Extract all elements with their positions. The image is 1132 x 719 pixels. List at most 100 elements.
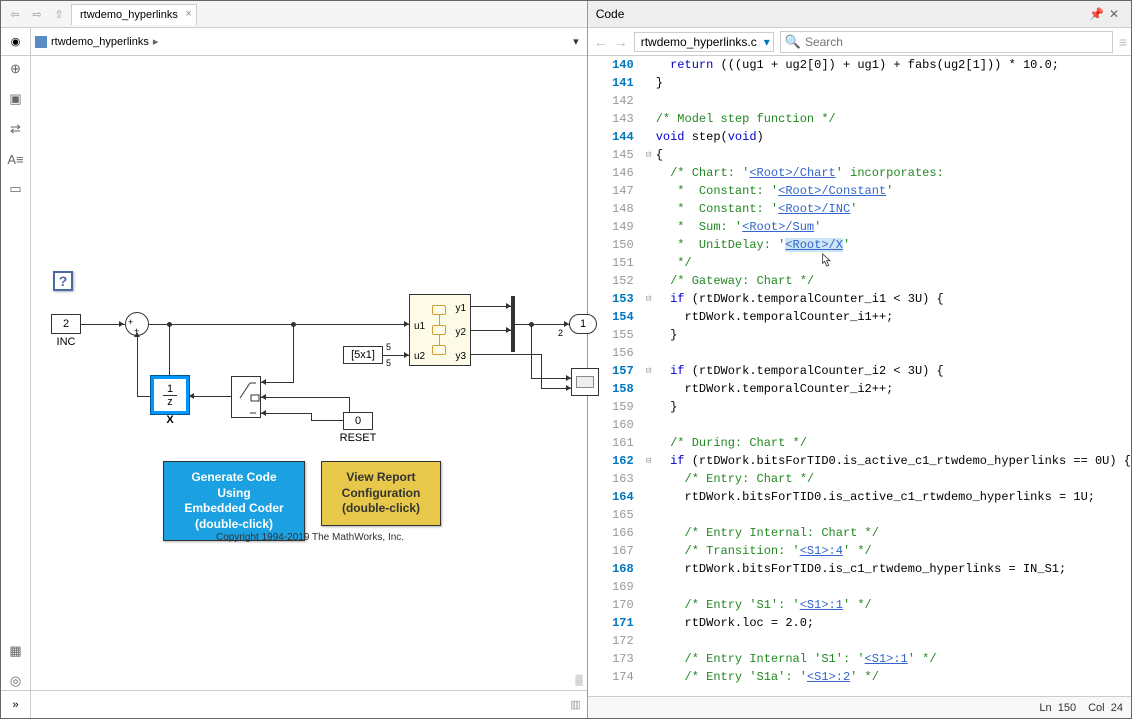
code-line[interactable]: 163 /* Entry: Chart */ (588, 470, 1131, 488)
file-selector[interactable]: rtwdemo_hyperlinks.c (634, 32, 774, 52)
code-line[interactable]: 161 /* During: Chart */ (588, 434, 1131, 452)
code-line[interactable]: 152 /* Gateway: Chart */ (588, 272, 1131, 290)
code-line[interactable]: 157⊟ if (rtDWork.temporalCounter_i2 < 3U… (588, 362, 1131, 380)
code-line[interactable]: 174 /* Entry 'S1a': '<S1>:2' */ (588, 668, 1131, 686)
code-panel: Code 📌 ✕ ← → rtwdemo_hyperlinks.c 🔍 ≡ 14… (588, 1, 1131, 718)
zoom-in-icon[interactable]: ⊕ (7, 60, 25, 78)
code-line[interactable]: 142 (588, 92, 1131, 110)
code-line[interactable]: 158 rtDWork.temporalCounter_i2++; (588, 380, 1131, 398)
code-line[interactable]: 162⊟ if (rtDWork.bitsForTID0.is_active_c… (588, 452, 1131, 470)
model-panel: ⇦ ⇨ ⇧ rtwdemo_hyperlinks ◉ rtwdemo_hyper… (1, 1, 588, 718)
nav-back-icon[interactable]: ⇦ (5, 4, 25, 24)
inc-block[interactable]: 2 INC (51, 314, 81, 334)
fit-icon[interactable]: ▣ (7, 90, 25, 108)
code-editor[interactable]: 140 return (((ug1 + ug2[0]) + ug1) + fab… (588, 56, 1131, 696)
code-line[interactable]: 160 (588, 416, 1131, 434)
code-nav-bar: ← → rtwdemo_hyperlinks.c 🔍 ≡ (588, 28, 1131, 56)
nav-up-icon[interactable]: ⇧ (49, 4, 69, 24)
generate-code-button[interactable]: Generate Code Using Embedded Coder (doub… (163, 461, 305, 541)
ln-value: 150 (1058, 702, 1076, 714)
close-icon[interactable]: ✕ (1109, 7, 1123, 21)
switch-block[interactable] (231, 376, 261, 418)
constant-value: [5x1] (351, 349, 375, 361)
arrows-icon[interactable]: ⇄ (7, 120, 25, 138)
mux-dim: 2 (558, 328, 563, 338)
inc-value: 2 (63, 318, 69, 330)
unitdelay-den: z (167, 396, 173, 408)
code-line[interactable]: 169 (588, 578, 1131, 596)
code-line[interactable]: 156 (588, 344, 1131, 362)
breadcrumb-menu-icon[interactable]: ▾ (573, 35, 587, 48)
code-line[interactable]: 145⊟{ (588, 146, 1131, 164)
record-icon[interactable]: ◎ (7, 672, 25, 690)
code-fwd-icon[interactable]: → (614, 34, 628, 50)
expand-toggle[interactable]: » (1, 691, 31, 718)
code-line[interactable]: 141} (588, 74, 1131, 92)
copyright-text: Copyright 1994-2019 The MathWorks, Inc. (216, 532, 404, 543)
code-line[interactable]: 173 /* Entry Internal 'S1': '<S1>:1' */ (588, 650, 1131, 668)
code-line[interactable]: 165 (588, 506, 1131, 524)
code-panel-title-bar: Code 📌 ✕ (588, 1, 1131, 28)
code-line[interactable]: 148 * Constant: '<Root>/INC' (588, 200, 1131, 218)
unitdelay-label: X (166, 414, 173, 426)
chevron-right-icon: ▸ (153, 35, 159, 48)
scope-block[interactable] (571, 368, 599, 396)
resize-grip-icon[interactable]: ▓ (575, 675, 582, 686)
code-line[interactable]: 166 /* Entry Internal: Chart */ (588, 524, 1131, 542)
breadcrumb[interactable]: rtwdemo_hyperlinks ▸ ▾ (31, 35, 587, 48)
inc-label: INC (57, 336, 76, 348)
code-line[interactable]: 155 } (588, 326, 1131, 344)
unitdelay-x-block[interactable]: 1 z X (151, 376, 189, 414)
code-line[interactable]: 170 /* Entry 'S1': '<S1>:1' */ (588, 596, 1131, 614)
code-line[interactable]: 149 * Sum: '<Root>/Sum' (588, 218, 1131, 236)
dim-annotation-top: 5 (386, 342, 391, 352)
port-y1: y1 (455, 303, 466, 314)
search-input[interactable] (805, 35, 865, 49)
code-line[interactable]: 147 * Constant: '<Root>/Constant' (588, 182, 1131, 200)
code-line[interactable]: 154 rtDWork.temporalCounter_i1++; (588, 308, 1131, 326)
model-tab[interactable]: rtwdemo_hyperlinks (71, 4, 197, 25)
canvas-status-bar: » ▥ (1, 690, 587, 718)
constant-block[interactable]: [5x1] (343, 346, 383, 364)
code-line[interactable]: 146 /* Chart: '<Root>/Chart' incorporate… (588, 164, 1131, 182)
code-line[interactable]: 168 rtDWork.bitsForTID0.is_c1_rtwdemo_hy… (588, 560, 1131, 578)
code-line[interactable]: 172 (588, 632, 1131, 650)
view-report-button[interactable]: View Report Configuration (double-click) (321, 461, 441, 526)
dim-annotation-bot: 5 (386, 358, 391, 368)
code-line[interactable]: 167 /* Transition: '<S1>:4' */ (588, 542, 1131, 560)
outport-label: 1 (580, 318, 586, 330)
col-value: 24 (1111, 702, 1123, 714)
canvas-toolbar: ⊕ ▣ ⇄ A≡ ▭ ▦ ◎ (1, 56, 31, 690)
code-line[interactable]: 153⊟ if (rtDWork.temporalCounter_i1 < 3U… (588, 290, 1131, 308)
camera-icon[interactable]: ▦ (7, 642, 25, 660)
port-y2: y2 (455, 327, 466, 338)
code-line[interactable]: 144void step(void) (588, 128, 1131, 146)
breadcrumb-bar: ◉ rtwdemo_hyperlinks ▸ ▾ (1, 28, 587, 56)
chart-subsystem[interactable]: u1 u2 y1 y2 y3 (409, 294, 471, 366)
code-line[interactable]: 164 rtDWork.bitsForTID0.is_active_c1_rtw… (588, 488, 1131, 506)
outport-block[interactable]: 1 (569, 314, 597, 334)
code-line[interactable]: 151 */ (588, 254, 1131, 272)
simulink-canvas[interactable]: ? 2 INC + + (31, 56, 587, 690)
reset-block[interactable]: 0 RESET (343, 412, 373, 430)
pin-icon[interactable]: 📌 (1089, 7, 1103, 21)
code-panel-title: Code (596, 7, 625, 21)
breadcrumb-label: rtwdemo_hyperlinks (51, 36, 149, 48)
annotation-icon[interactable]: A≡ (7, 150, 25, 168)
rect-icon[interactable]: ▭ (7, 180, 25, 198)
code-line[interactable]: 171 rtDWork.loc = 2.0; (588, 614, 1131, 632)
code-line[interactable]: 150 * UnitDelay: '<Root>/X' (588, 236, 1131, 254)
code-status-bar: Ln 150 Col 24 (588, 696, 1131, 718)
menu-icon[interactable]: ≡ (1119, 34, 1125, 50)
nav-fwd-icon[interactable]: ⇨ (27, 4, 47, 24)
code-line[interactable]: 143/* Model step function */ (588, 110, 1131, 128)
ln-label: Ln (1039, 702, 1051, 714)
code-line[interactable]: 159 } (588, 398, 1131, 416)
unitdelay-num: 1 (167, 383, 173, 395)
code-line[interactable]: 140 return (((ug1 + ug2[0]) + ug1) + fab… (588, 56, 1131, 74)
code-back-icon[interactable]: ← (594, 34, 608, 50)
model-browser-toggle[interactable]: ◉ (1, 28, 31, 55)
search-icon: 🔍 (785, 34, 801, 50)
help-block[interactable]: ? (53, 271, 73, 291)
search-field[interactable]: 🔍 (780, 31, 1113, 53)
